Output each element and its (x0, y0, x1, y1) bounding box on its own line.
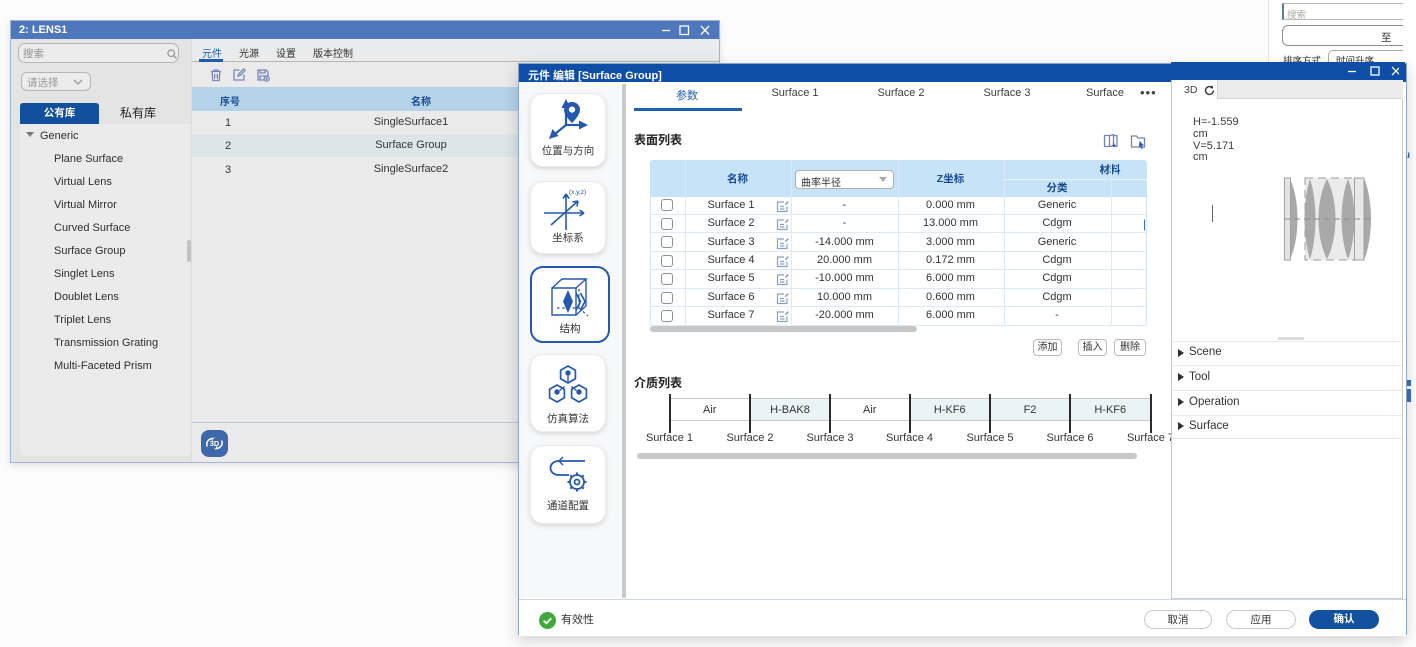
svg-text:3D: 3D (210, 439, 220, 448)
